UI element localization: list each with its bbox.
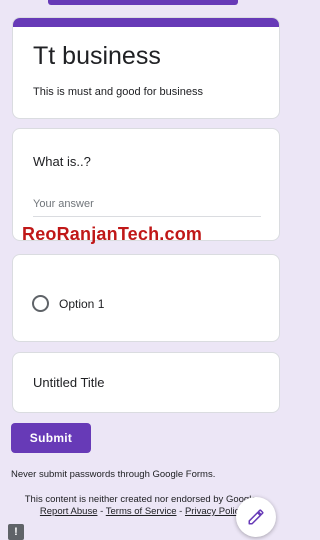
question-card-3: Untitled Title <box>12 352 280 413</box>
form-page: Tt business This is must and good for bu… <box>0 0 284 540</box>
radio-button[interactable] <box>32 295 49 312</box>
report-abuse-link[interactable]: Report Abuse <box>40 506 98 517</box>
question-card-2: Option 1 <box>12 254 280 342</box>
edit-fab-button[interactable] <box>236 497 276 537</box>
pencil-icon <box>248 509 264 525</box>
form-title: Tt business <box>33 42 161 70</box>
answer-input[interactable] <box>33 195 261 217</box>
footer-disclaimer: This content is neither created nor endo… <box>24 494 260 505</box>
question-title: What is..? <box>33 154 91 169</box>
footer-separator: - <box>97 506 106 517</box>
form-description: This is must and good for business <box>33 86 203 98</box>
form-header-card: Tt business This is must and good for bu… <box>12 17 280 119</box>
terms-link[interactable]: Terms of Service <box>106 506 177 517</box>
radio-option[interactable]: Option 1 <box>32 295 104 312</box>
password-warning: Never submit passwords through Google Fo… <box>11 469 216 480</box>
top-accent-bar <box>48 0 238 5</box>
watermark-text: ReoRanjanTech.com <box>22 224 203 244</box>
header-accent-stripe <box>13 18 279 27</box>
submit-button[interactable]: Submit <box>11 423 91 453</box>
exclamation-icon[interactable]: ! <box>8 524 24 540</box>
footer-separator: - <box>176 506 185 517</box>
question-title: Untitled Title <box>33 375 105 390</box>
radio-option-label: Option 1 <box>59 296 105 311</box>
footer: This content is neither created nor endo… <box>20 494 264 518</box>
